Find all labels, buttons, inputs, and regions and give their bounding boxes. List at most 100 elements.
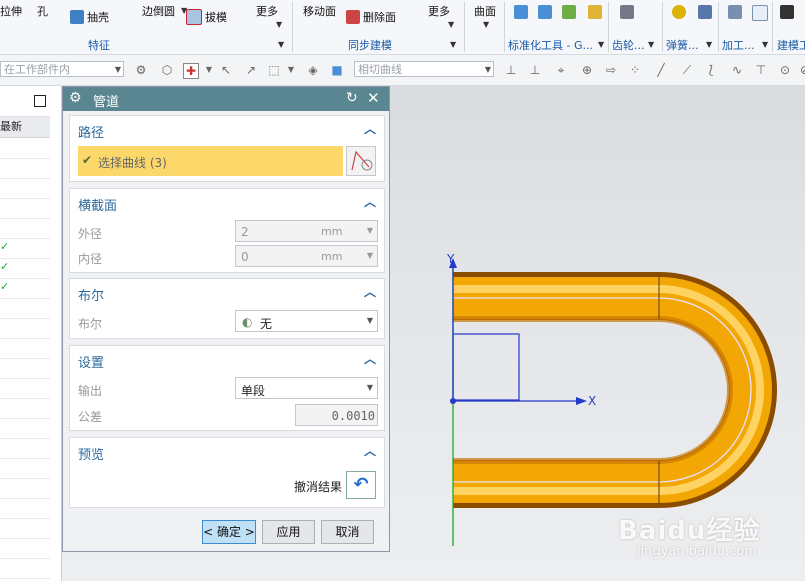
- list-item[interactable]: [0, 298, 50, 319]
- delete-face-button[interactable]: 删除面: [346, 9, 396, 25]
- snap-endpoint-icon[interactable]: ⊥: [504, 63, 518, 77]
- list-item[interactable]: [0, 198, 50, 219]
- curve-select-button[interactable]: [346, 146, 376, 176]
- list-item[interactable]: [0, 338, 50, 359]
- spring-icon[interactable]: [672, 5, 686, 19]
- list-item[interactable]: [0, 538, 50, 559]
- outer-diameter-field[interactable]: 2 mm ▼: [235, 220, 378, 242]
- chevron-down-icon[interactable]: ▼: [367, 226, 373, 235]
- snap-mid-icon[interactable]: ⊥: [528, 63, 542, 77]
- scope-filter-combo[interactable]: 在工作部件内 ▼: [0, 61, 124, 77]
- chevron-up-icon[interactable]: ︿: [364, 350, 376, 367]
- list-item[interactable]: [0, 418, 50, 439]
- spring-dropdown-icon[interactable]: ▼: [706, 40, 712, 49]
- std-part-icon[interactable]: [514, 5, 528, 19]
- list-item[interactable]: [0, 218, 50, 239]
- preview-section-title[interactable]: 预览: [78, 444, 104, 463]
- list-item[interactable]: [0, 558, 50, 579]
- gear-tool-icon[interactable]: [620, 5, 634, 19]
- sync-group-dropdown-icon[interactable]: ▼: [450, 40, 456, 49]
- solid-icon[interactable]: ◈: [306, 63, 320, 77]
- curve-rule-combo[interactable]: 相切曲线 ▼: [354, 61, 494, 77]
- modeling-tool-icon[interactable]: [780, 5, 794, 19]
- maximize-icon[interactable]: [34, 95, 46, 107]
- list-item[interactable]: [0, 498, 50, 519]
- list-item[interactable]: [0, 318, 50, 339]
- output-select[interactable]: 单段 ▼: [235, 377, 378, 399]
- body-icon[interactable]: ■: [330, 63, 344, 77]
- snap-control-icon[interactable]: ⌖: [554, 63, 568, 77]
- std-tool3-icon[interactable]: [562, 5, 576, 19]
- std-tool4-icon[interactable]: [588, 5, 602, 19]
- tolerance-field[interactable]: 0.0010: [295, 404, 378, 426]
- machining-dropdown-icon[interactable]: ▼: [762, 40, 768, 49]
- box-select-icon[interactable]: ⬚: [267, 63, 281, 77]
- list-item[interactable]: [0, 438, 50, 459]
- chevron-down-icon[interactable]: ▼: [367, 251, 373, 260]
- close-icon[interactable]: ✕: [367, 89, 380, 107]
- gear-dropdown-icon[interactable]: ▼: [648, 40, 654, 49]
- list-item[interactable]: [0, 518, 50, 539]
- surface-button[interactable]: 曲面: [474, 3, 496, 19]
- snap-icon[interactable]: ⚙: [134, 63, 148, 77]
- list-item[interactable]: [0, 358, 50, 379]
- hole-button[interactable]: 孔: [37, 3, 48, 19]
- path-section-title[interactable]: 路径: [78, 122, 104, 141]
- snap-tangent-icon[interactable]: ⟋: [680, 63, 694, 77]
- machining-icon[interactable]: [728, 5, 742, 19]
- snap-curve-icon[interactable]: ⟅: [704, 63, 718, 77]
- undo-result-button[interactable]: ↶: [346, 471, 376, 499]
- snap-more-icon[interactable]: ⊘: [798, 63, 805, 77]
- snap-points-icon[interactable]: ⁘: [628, 63, 642, 77]
- list-item[interactable]: [0, 138, 50, 159]
- reset-icon[interactable]: ↻: [346, 90, 358, 106]
- pointer-icon[interactable]: ↗: [244, 63, 258, 77]
- std-tool2-icon[interactable]: [538, 5, 552, 19]
- feature-group-dropdown-icon[interactable]: ▼: [278, 40, 284, 49]
- more-sync-dropdown-icon[interactable]: ▼: [448, 20, 454, 29]
- ok-button[interactable]: < 确定 >: [202, 520, 256, 544]
- snap-spline-icon[interactable]: ∿: [730, 63, 744, 77]
- list-item[interactable]: ✓: [0, 258, 50, 279]
- navigator-column-header[interactable]: 最新: [0, 117, 50, 138]
- dialog-title-bar[interactable]: ⚙ 管道 ↻ ✕: [63, 87, 389, 111]
- move-face-button[interactable]: 移动面: [303, 3, 336, 19]
- select-curve-field[interactable]: ✔ 选择曲线 (3): [78, 146, 343, 176]
- select-feature-dropdown-icon[interactable]: ▼: [202, 63, 216, 77]
- inner-diameter-field[interactable]: 0 mm ▼: [235, 245, 378, 267]
- snap-face-icon[interactable]: ⊕: [580, 63, 594, 77]
- shell-button[interactable]: 抽壳: [70, 9, 109, 25]
- std-tools-dropdown-icon[interactable]: ▼: [598, 40, 604, 49]
- settings-section-title[interactable]: 设置: [78, 352, 104, 371]
- list-item[interactable]: [0, 478, 50, 499]
- spring-tool2-icon[interactable]: [698, 5, 712, 19]
- boolean-section-title[interactable]: 布尔: [78, 285, 104, 304]
- list-item[interactable]: ✓: [0, 278, 50, 299]
- chevron-up-icon[interactable]: ︿: [364, 283, 376, 300]
- boolean-select[interactable]: ◐ 无 ▼: [235, 310, 378, 332]
- snap-intersect-icon[interactable]: ⊤: [754, 63, 768, 77]
- edge-blend-button[interactable]: 边倒圆: [142, 3, 175, 19]
- surface-dropdown-icon[interactable]: ▼: [483, 20, 489, 29]
- pipe-body[interactable]: [453, 277, 772, 503]
- chevron-up-icon[interactable]: ︿: [364, 442, 376, 459]
- snap-line-icon[interactable]: ╱: [654, 63, 668, 77]
- list-item[interactable]: ✓: [0, 238, 50, 259]
- draft-button[interactable]: 拔模: [186, 9, 227, 25]
- chevron-up-icon[interactable]: ︿: [364, 120, 376, 137]
- filter-icon[interactable]: ⬡: [160, 63, 174, 77]
- box-select-dropdown-icon[interactable]: ▼: [284, 63, 298, 77]
- list-item[interactable]: [0, 178, 50, 199]
- list-item[interactable]: [0, 378, 50, 399]
- cross-section-title[interactable]: 横截面: [78, 195, 117, 214]
- snap-center-icon[interactable]: ⊙: [778, 63, 792, 77]
- chevron-up-icon[interactable]: ︿: [364, 193, 376, 210]
- list-item[interactable]: [0, 458, 50, 479]
- more-sync-button[interactable]: 更多: [428, 3, 450, 19]
- snap-arrow-icon[interactable]: ⇨: [604, 63, 618, 77]
- more-feature-button[interactable]: 更多: [256, 3, 278, 19]
- select-feature-icon[interactable]: ✚: [183, 63, 199, 79]
- cursor-icon[interactable]: ↖: [219, 63, 233, 77]
- cancel-button[interactable]: 取消: [321, 520, 374, 544]
- list-item[interactable]: [0, 398, 50, 419]
